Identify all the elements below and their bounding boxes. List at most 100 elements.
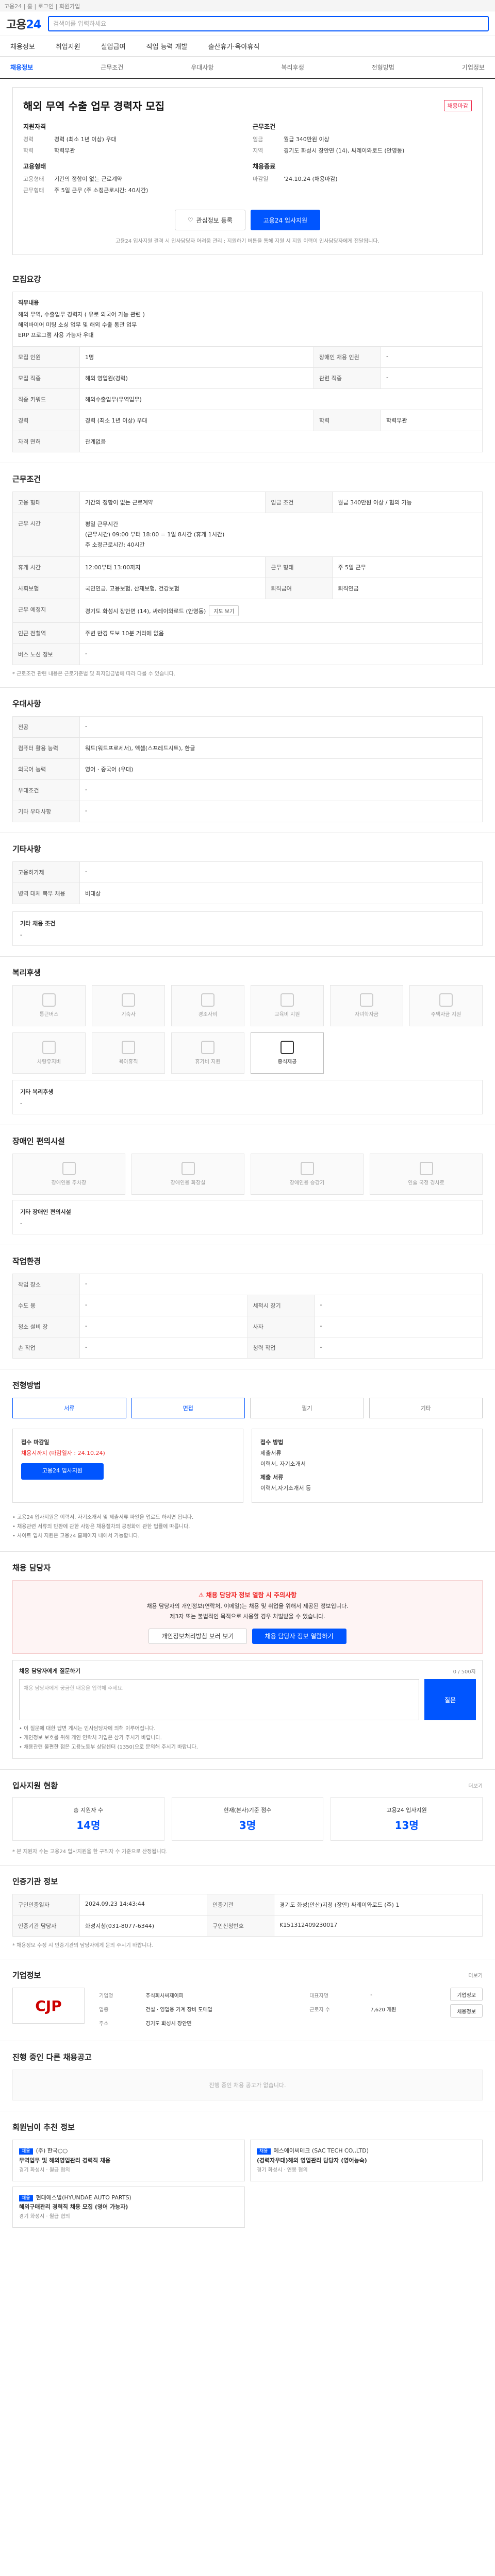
stat-label: 현재(본사)기준 점수 [223, 1807, 272, 1814]
tab[interactable]: 우대사항 [191, 63, 213, 72]
applicants-section: 입사지원 현황 더보기 총 지원자 수 14명 현재(본사)기준 점수 3명 고용24… [0, 1770, 495, 1866]
kv-value: 경력 (최소 1년 이상) 우대 [54, 136, 117, 143]
cell-value: 학력무관 [380, 410, 483, 432]
recommend-card[interactable]: 채용 현대에스알(HYUNDAE AUTO PARTS) 해외구매관리 경력직 채용… [12, 2186, 245, 2228]
apply-button[interactable]: 고용24 입사지원 [250, 210, 321, 230]
cell-key: 구인인증일자 [12, 1894, 80, 1916]
cell-key: 작업 장소 [12, 1273, 80, 1295]
section-title: 전형방법 [12, 1380, 41, 1390]
cell-value: 관계없음 [79, 431, 483, 453]
cell-key: 청력 작업 [247, 1336, 315, 1359]
privacy-policy-button[interactable]: 개인정보처리방침 보러 보기 [148, 1629, 247, 1645]
table-row: 주소 경기도 화성시 장안면 [96, 2016, 439, 2029]
cell-value: 비대상 [79, 882, 483, 904]
question-input[interactable]: 채용 담당자에게 궁금한 내용을 입력해 주세요. [19, 1679, 419, 1721]
cell-key: 고용허가제 [12, 861, 80, 883]
search-placeholder: 검색어를 입력하세요 [53, 20, 107, 27]
company-info-button[interactable]: 기업정보 [450, 1988, 483, 2002]
stat-value: 14명 [76, 1819, 101, 1832]
site-logo[interactable]: 고용24 [6, 15, 41, 32]
cell-value: - [314, 1315, 483, 1337]
facility-other-text: - [20, 1219, 22, 1227]
cap-icon [360, 993, 373, 1007]
cell-value: - [314, 1294, 483, 1316]
search-input[interactable]: 검색어를 입력하세요 [48, 15, 489, 31]
welfare-label: 교육비 지원 [274, 1012, 300, 1018]
apply-online-button[interactable]: 고용24 입사지원 [21, 1463, 104, 1480]
kv-value: 경기도 화성시 장안면 (14), 싸레이와로드 (안영동) [284, 147, 405, 154]
method-label: 제출서류 [260, 1449, 282, 1456]
rec-pay: 월급 협의 [49, 2214, 70, 2220]
kv-row: 임금 월급 340만원 이상 [253, 135, 472, 143]
tab[interactable]: 전형방법 [372, 63, 394, 72]
main-nav: 채용정보 취업지원 실업급여 직업 능력 개발 출산휴가·육아휴직 [0, 36, 495, 57]
question-submit-button[interactable]: 질문 [424, 1679, 476, 1721]
table-row: 컴퓨터 활용 능력 워드(워드프로세서), 엑셀(스프레드시트), 한글 [12, 737, 483, 759]
nav-item[interactable]: 직업 능력 개발 [146, 41, 188, 51]
nav-item[interactable]: 실업급여 [101, 41, 126, 51]
recommend-card[interactable]: 채용 (주) 한국○○ 무역업무 및 해외영업관리 경력직 채용 경기 화성시 · 월… [12, 2140, 245, 2181]
cell-key: 외국어 능력 [12, 758, 80, 780]
stat-value: 13명 [394, 1819, 419, 1832]
welfare-item: 차량유지비 [12, 1032, 86, 1074]
cell-key: 근무 시간 [12, 513, 80, 557]
welfare-item: 주택자금 지원 [409, 985, 483, 1026]
conditions-group: 근무조건 임금 월급 340만원 이상 지역 경기도 화성시 장안면 (14), 싸… [253, 122, 472, 197]
welfare-label: 주택자금 지원 [431, 1012, 461, 1018]
other-jobs-section: 진행 중인 다른 채용공고 진행 중인 채용 공고가 없습니다. [0, 2041, 495, 2112]
elevator-icon [300, 1162, 314, 1176]
company-jobs-button[interactable]: 채용정보 [450, 2004, 483, 2018]
facility-item: 장애인용 주차장 [12, 1153, 125, 1195]
bookmark-label: 관심정보 등록 [196, 216, 233, 224]
bookmark-button[interactable]: ♡ 관심정보 등록 [174, 210, 245, 230]
view-contact-button[interactable]: 채용 담당자 정보 열람하기 [252, 1629, 346, 1645]
cell-key: 구인신청번호 [207, 1915, 275, 1937]
welfare-label: 통근버스 [39, 1012, 59, 1018]
company-table: 기업명 주식회사씨제이피 대표자명 - 업종 건설 · 영업용 기계 장비 도매업 근로자… [95, 1988, 440, 2030]
table-row: 외국어 능력 영어 · 중국어 (우대) [12, 758, 483, 780]
table-row: 청소 설비 장 - 사자 - [12, 1315, 483, 1337]
tab[interactable]: 복리후생 [281, 63, 304, 72]
alert-title-text: 채용 담당자 정보 열람 시 주의사항 [206, 1591, 297, 1599]
map-button[interactable]: 지도 보기 [209, 605, 239, 616]
qualification-group: 지원자격 경력 경력 (최소 1년 이상) 우대 학력 학력무관 고용형태 고용형태… [23, 122, 242, 197]
table-row: 자격 면허 관계없음 [12, 431, 483, 453]
welfare-other: 기타 복리후생 - [12, 1079, 483, 1114]
more-link[interactable]: 더보기 [468, 1971, 483, 1979]
agency-table: 구인인증일자 2024.09.23 14:43:44 인증기관 경기도 화성(안산)지… [12, 1894, 483, 1937]
section-title: 우대사항 [12, 699, 41, 708]
nav-item[interactable]: 채용정보 [10, 41, 35, 51]
facility-section: 장애인 편의시설 장애인용 주차장 장애인용 화장실 장애인용 승강기 인슐 국… [0, 1125, 495, 1245]
facility-label: 장애인용 화장실 [170, 1180, 206, 1187]
nav-item[interactable]: 출산휴가·육아휴직 [208, 41, 260, 51]
cell-key: 업종 [99, 2007, 109, 2013]
section-title: 기타사항 [12, 844, 41, 854]
table-row: 전공 - [12, 716, 483, 738]
cell-value: - [79, 800, 483, 822]
recommend-card[interactable]: 채용 에스에이씨테크 (SAC TECH CO.,LTD) (경력자우대)해외 영업… [250, 2140, 483, 2181]
nav-item[interactable]: 취업지원 [56, 41, 80, 51]
welfare-item: 경조사비 [171, 985, 244, 1026]
notice-line: • 이 질문에 대한 답변 게시는 인사담당자에 의해 이루어집니다. [19, 1726, 156, 1732]
question-notes: • 이 질문에 대한 답변 게시는 인사담당자에 의해 이루어집니다. • 개인… [19, 1724, 476, 1752]
cell-key: 대표자명 [309, 1993, 329, 1999]
table-row: 휴게 시간 12:00부터 13:00까지 근무 형태 주 5일 근무 [12, 556, 483, 578]
table-row: 고용 형태 기간의 정함이 없는 근로계약 임금 조건 월급 340만원 이상 / 협… [12, 492, 483, 514]
welfare-label: 중식제공 [277, 1059, 297, 1065]
kv-row: 마감일 '24.10.24 (채용마감) [253, 175, 472, 183]
table-row: 경력 경력 (최소 1년 이상) 우대 학력 학력무관 [12, 410, 483, 432]
section-title: 진행 중인 다른 채용공고 [12, 2053, 92, 2062]
job-title: 해외 무역 수출 업무 경력자 모집 [23, 100, 165, 112]
tab[interactable]: 근무조건 [101, 63, 123, 72]
rec-loc: 경기 화성시 [19, 2214, 45, 2220]
more-link[interactable]: 더보기 [468, 1782, 483, 1789]
table-row: 직종 키워드 해외수출입무(무역업무) [12, 388, 483, 411]
home-icon [439, 993, 453, 1007]
cell-value: 경기도 화성(안산)지청 (장안) 싸레이와로드 (주) 1 [274, 1894, 483, 1916]
tab[interactable]: 채용정보 [10, 63, 33, 72]
extra-subtitle: 기타 채용 조건 [20, 920, 56, 927]
extra-section: 기타사항 고용허가제 - 병역 대체 복무 채용 비대상 기타 채용 조건 - [0, 833, 495, 957]
car-icon [42, 1041, 56, 1055]
stat-value: 3명 [239, 1819, 256, 1832]
tab[interactable]: 기업정보 [462, 63, 485, 72]
